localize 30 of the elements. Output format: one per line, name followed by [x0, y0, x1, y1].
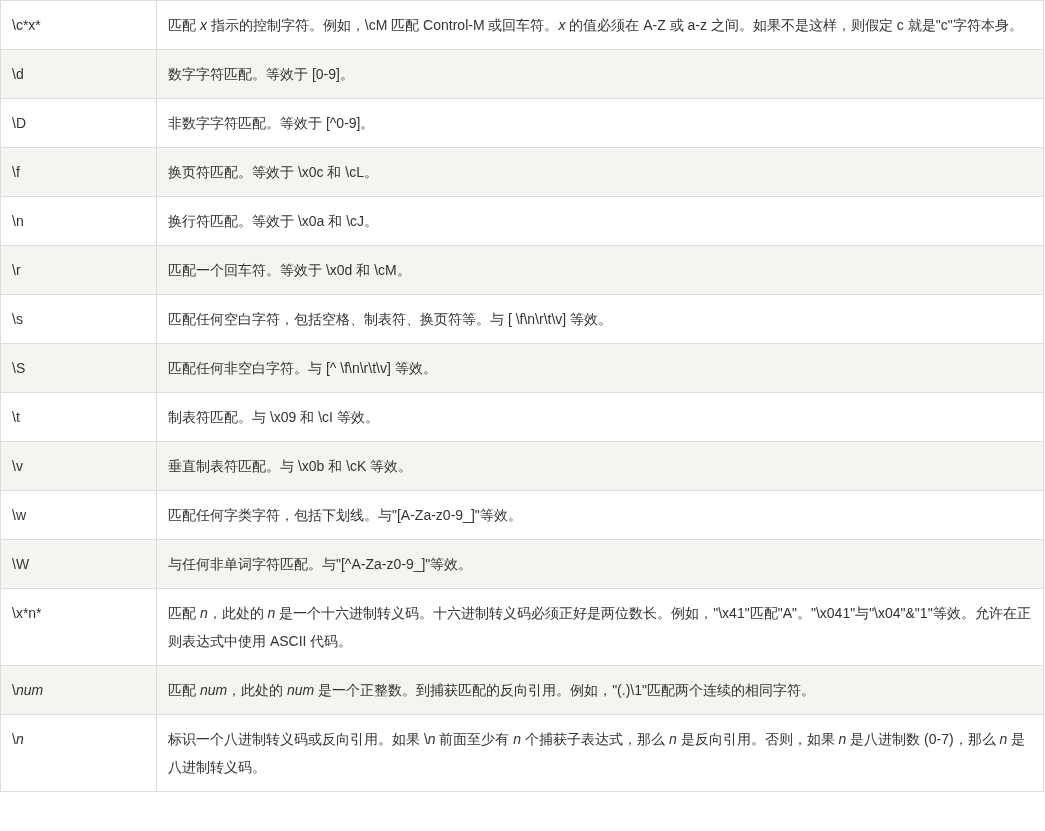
table-cell: \t	[0, 392, 157, 442]
table-cell: 与任何非单词字符匹配。与"[^A-Za-z0-9_]"等效。	[156, 539, 1044, 589]
table-cell: \n	[0, 196, 157, 246]
table-cell: 非数字字符匹配。等效于 [^0-9]。	[156, 98, 1044, 148]
table-cell: \num	[0, 665, 157, 715]
table-cell: 匹配任何字类字符，包括下划线。与"[A-Za-z0-9_]"等效。	[156, 490, 1044, 540]
table-cell: \s	[0, 294, 157, 344]
table-cell: 换页符匹配。等效于 \x0c 和 \cL。	[156, 147, 1044, 197]
table-cell: \c*x*	[0, 0, 157, 50]
table-cell: \D	[0, 98, 157, 148]
table-cell: 匹配 num，此处的 num 是一个正整数。到捕获匹配的反向引用。例如，"(.)\1"匹配两个连续的相同字符。	[156, 665, 1044, 715]
table-cell: \r	[0, 245, 157, 295]
table-cell: \n	[0, 714, 157, 792]
table-cell: 匹配一个回车符。等效于 \x0d 和 \cM。	[156, 245, 1044, 295]
table-cell: 匹配 n，此处的 n 是一个十六进制转义码。十六进制转义码必须正好是两位数长。例如，"\x41"匹配"A"。"\x041"与"\x04"&"1"等效。允许在正则表达式中使用 ASCII 代码。	[156, 588, 1044, 666]
table-cell: \w	[0, 490, 157, 540]
table-cell: \x*n*	[0, 588, 157, 666]
table-cell: 数字字符匹配。等效于 [0-9]。	[156, 49, 1044, 99]
table-cell: \f	[0, 147, 157, 197]
table-cell: 制表符匹配。与 \x09 和 \cI 等效。	[156, 392, 1044, 442]
table-cell: \d	[0, 49, 157, 99]
table-cell: \v	[0, 441, 157, 491]
table-cell: 垂直制表符匹配。与 \x0b 和 \cK 等效。	[156, 441, 1044, 491]
table-cell: 标识一个八进制转义码或反向引用。如果 \n 前面至少有 n 个捕获子表达式，那么 n 是反向引用。否则，如果 n 是八进制数 (0-7)，那么 n 是八进制转义码。	[156, 714, 1044, 792]
table-cell: 匹配任何空白字符，包括空格、制表符、换页符等。与 [ \f\n\r\t\v] 等效。	[156, 294, 1044, 344]
table-cell: 匹配任何非空白字符。与 [^ \f\n\r\t\v] 等效。	[156, 343, 1044, 393]
table-cell: 换行符匹配。等效于 \x0a 和 \cJ。	[156, 196, 1044, 246]
table-cell: \W	[0, 539, 157, 589]
table-cell: 匹配 x 指示的控制字符。例如，\cM 匹配 Control-M 或回车符。x 的值必须在 A-Z 或 a-z 之间。如果不是这样，则假定 c 就是"c"字符本身。	[156, 0, 1044, 50]
table-cell: \S	[0, 343, 157, 393]
